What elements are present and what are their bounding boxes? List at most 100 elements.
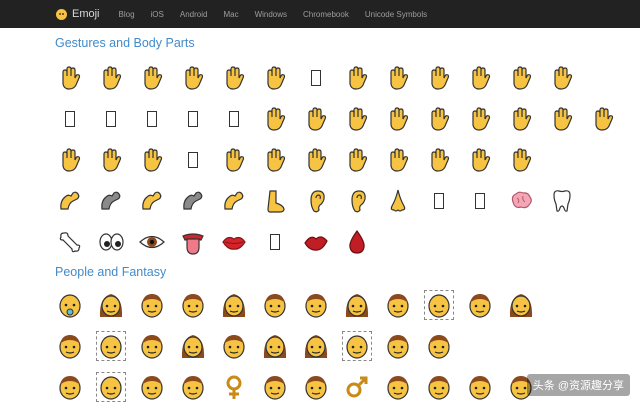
mechanical-limb-icon[interactable] xyxy=(96,186,126,216)
missing-glyph-icon[interactable] xyxy=(260,227,290,257)
woman-icon[interactable] xyxy=(301,331,331,361)
person-icon[interactable] xyxy=(383,331,413,361)
eyes-icon[interactable] xyxy=(96,227,126,257)
blood-drop-icon[interactable] xyxy=(342,227,372,257)
nav-link-unicode-symbols[interactable]: Unicode Symbols xyxy=(365,10,427,19)
person-icon[interactable] xyxy=(178,372,208,402)
hand-gesture-icon[interactable] xyxy=(260,63,290,93)
woman-icon[interactable] xyxy=(506,290,536,320)
foot-icon[interactable] xyxy=(260,186,290,216)
hand-gesture-icon[interactable] xyxy=(55,145,85,175)
nav-link-ios[interactable]: iOS xyxy=(151,10,164,19)
hand-gesture-icon[interactable] xyxy=(342,145,372,175)
limb-icon[interactable] xyxy=(219,186,249,216)
nav-link-android[interactable]: Android xyxy=(180,10,208,19)
baby-icon[interactable] xyxy=(55,290,85,320)
kiss-mark-icon[interactable] xyxy=(301,227,331,257)
nav-link-windows[interactable]: Windows xyxy=(255,10,287,19)
person-icon[interactable] xyxy=(178,290,208,320)
hand-gesture-icon[interactable] xyxy=(301,145,331,175)
person-icon[interactable] xyxy=(342,330,372,361)
hand-gesture-icon[interactable] xyxy=(219,63,249,93)
mouth-icon[interactable] xyxy=(219,227,249,257)
hand-gesture-icon[interactable] xyxy=(342,63,372,93)
nose-icon[interactable] xyxy=(383,186,413,216)
person-icon[interactable] xyxy=(55,331,85,361)
missing-glyph-icon[interactable] xyxy=(178,104,208,134)
hand-gesture-icon[interactable] xyxy=(96,63,126,93)
person-icon[interactable] xyxy=(260,290,290,320)
hand-gesture-icon[interactable] xyxy=(506,63,536,93)
missing-glyph-icon[interactable] xyxy=(96,104,126,134)
person-icon[interactable] xyxy=(260,372,290,402)
eye-icon[interactable] xyxy=(137,227,167,257)
hand-gesture-icon[interactable] xyxy=(424,104,454,134)
person-icon[interactable] xyxy=(55,372,85,402)
hand-gesture-icon[interactable] xyxy=(383,145,413,175)
woman-icon[interactable] xyxy=(219,290,249,320)
hand-gesture-icon[interactable] xyxy=(383,63,413,93)
brand-link[interactable]: Emoji xyxy=(56,0,100,28)
hand-gesture-icon[interactable] xyxy=(465,63,495,93)
hand-gesture-icon[interactable] xyxy=(55,63,85,93)
hand-gesture-icon[interactable] xyxy=(260,145,290,175)
brain-icon[interactable] xyxy=(506,186,536,216)
person-icon[interactable] xyxy=(96,371,126,402)
person-icon[interactable] xyxy=(383,372,413,402)
person-icon[interactable] xyxy=(219,331,249,361)
hand-gesture-icon[interactable] xyxy=(465,145,495,175)
person-icon[interactable] xyxy=(96,330,126,361)
missing-glyph-icon[interactable] xyxy=(424,186,454,216)
hand-gesture-icon[interactable] xyxy=(547,63,577,93)
person-icon[interactable] xyxy=(137,290,167,320)
missing-glyph-icon[interactable] xyxy=(465,186,495,216)
person-icon[interactable] xyxy=(383,290,413,320)
nav-link-blog[interactable]: Blog xyxy=(119,10,135,19)
nav-link-mac[interactable]: Mac xyxy=(223,10,238,19)
hand-gesture-icon[interactable] xyxy=(506,145,536,175)
hand-gesture-icon[interactable] xyxy=(383,104,413,134)
hand-gesture-icon[interactable] xyxy=(588,104,618,134)
person-icon[interactable] xyxy=(424,289,454,320)
hand-gesture-icon[interactable] xyxy=(137,63,167,93)
hand-gesture-icon[interactable] xyxy=(178,63,208,93)
person-icon[interactable] xyxy=(424,331,454,361)
missing-glyph-icon[interactable] xyxy=(301,63,331,93)
woman-icon[interactable] xyxy=(178,331,208,361)
hand-gesture-icon[interactable] xyxy=(465,104,495,134)
missing-glyph-icon[interactable] xyxy=(219,104,249,134)
hand-gesture-icon[interactable] xyxy=(96,145,126,175)
person-icon[interactable] xyxy=(465,290,495,320)
hand-gesture-icon[interactable] xyxy=(424,63,454,93)
hand-gesture-icon[interactable] xyxy=(506,104,536,134)
missing-glyph-icon[interactable] xyxy=(55,104,85,134)
person-icon[interactable] xyxy=(465,372,495,402)
bone-icon[interactable] xyxy=(55,227,85,257)
hand-gesture-icon[interactable] xyxy=(424,145,454,175)
woman-icon[interactable] xyxy=(342,290,372,320)
mechanical-limb-icon[interactable] xyxy=(178,186,208,216)
hand-gesture-icon[interactable] xyxy=(219,145,249,175)
missing-glyph-icon[interactable] xyxy=(137,104,167,134)
hand-gesture-icon[interactable] xyxy=(342,104,372,134)
person-icon[interactable] xyxy=(137,372,167,402)
limb-icon[interactable] xyxy=(137,186,167,216)
person-icon[interactable] xyxy=(301,290,331,320)
hand-gesture-icon[interactable] xyxy=(301,104,331,134)
person-icon[interactable] xyxy=(424,372,454,402)
person-icon[interactable] xyxy=(301,372,331,402)
hand-gesture-icon[interactable] xyxy=(137,145,167,175)
ear-icon[interactable] xyxy=(342,186,372,216)
woman-icon[interactable] xyxy=(96,290,126,320)
tooth-icon[interactable] xyxy=(547,186,577,216)
hand-gesture-icon[interactable] xyxy=(547,104,577,134)
limb-icon[interactable] xyxy=(55,186,85,216)
person-icon[interactable] xyxy=(137,331,167,361)
missing-glyph-icon[interactable] xyxy=(178,145,208,175)
male-sign-icon[interactable] xyxy=(342,372,372,402)
female-sign-icon[interactable] xyxy=(219,372,249,402)
woman-icon[interactable] xyxy=(260,331,290,361)
nav-link-chromebook[interactable]: Chromebook xyxy=(303,10,349,19)
hand-gesture-icon[interactable] xyxy=(260,104,290,134)
tongue-icon[interactable] xyxy=(178,227,208,257)
